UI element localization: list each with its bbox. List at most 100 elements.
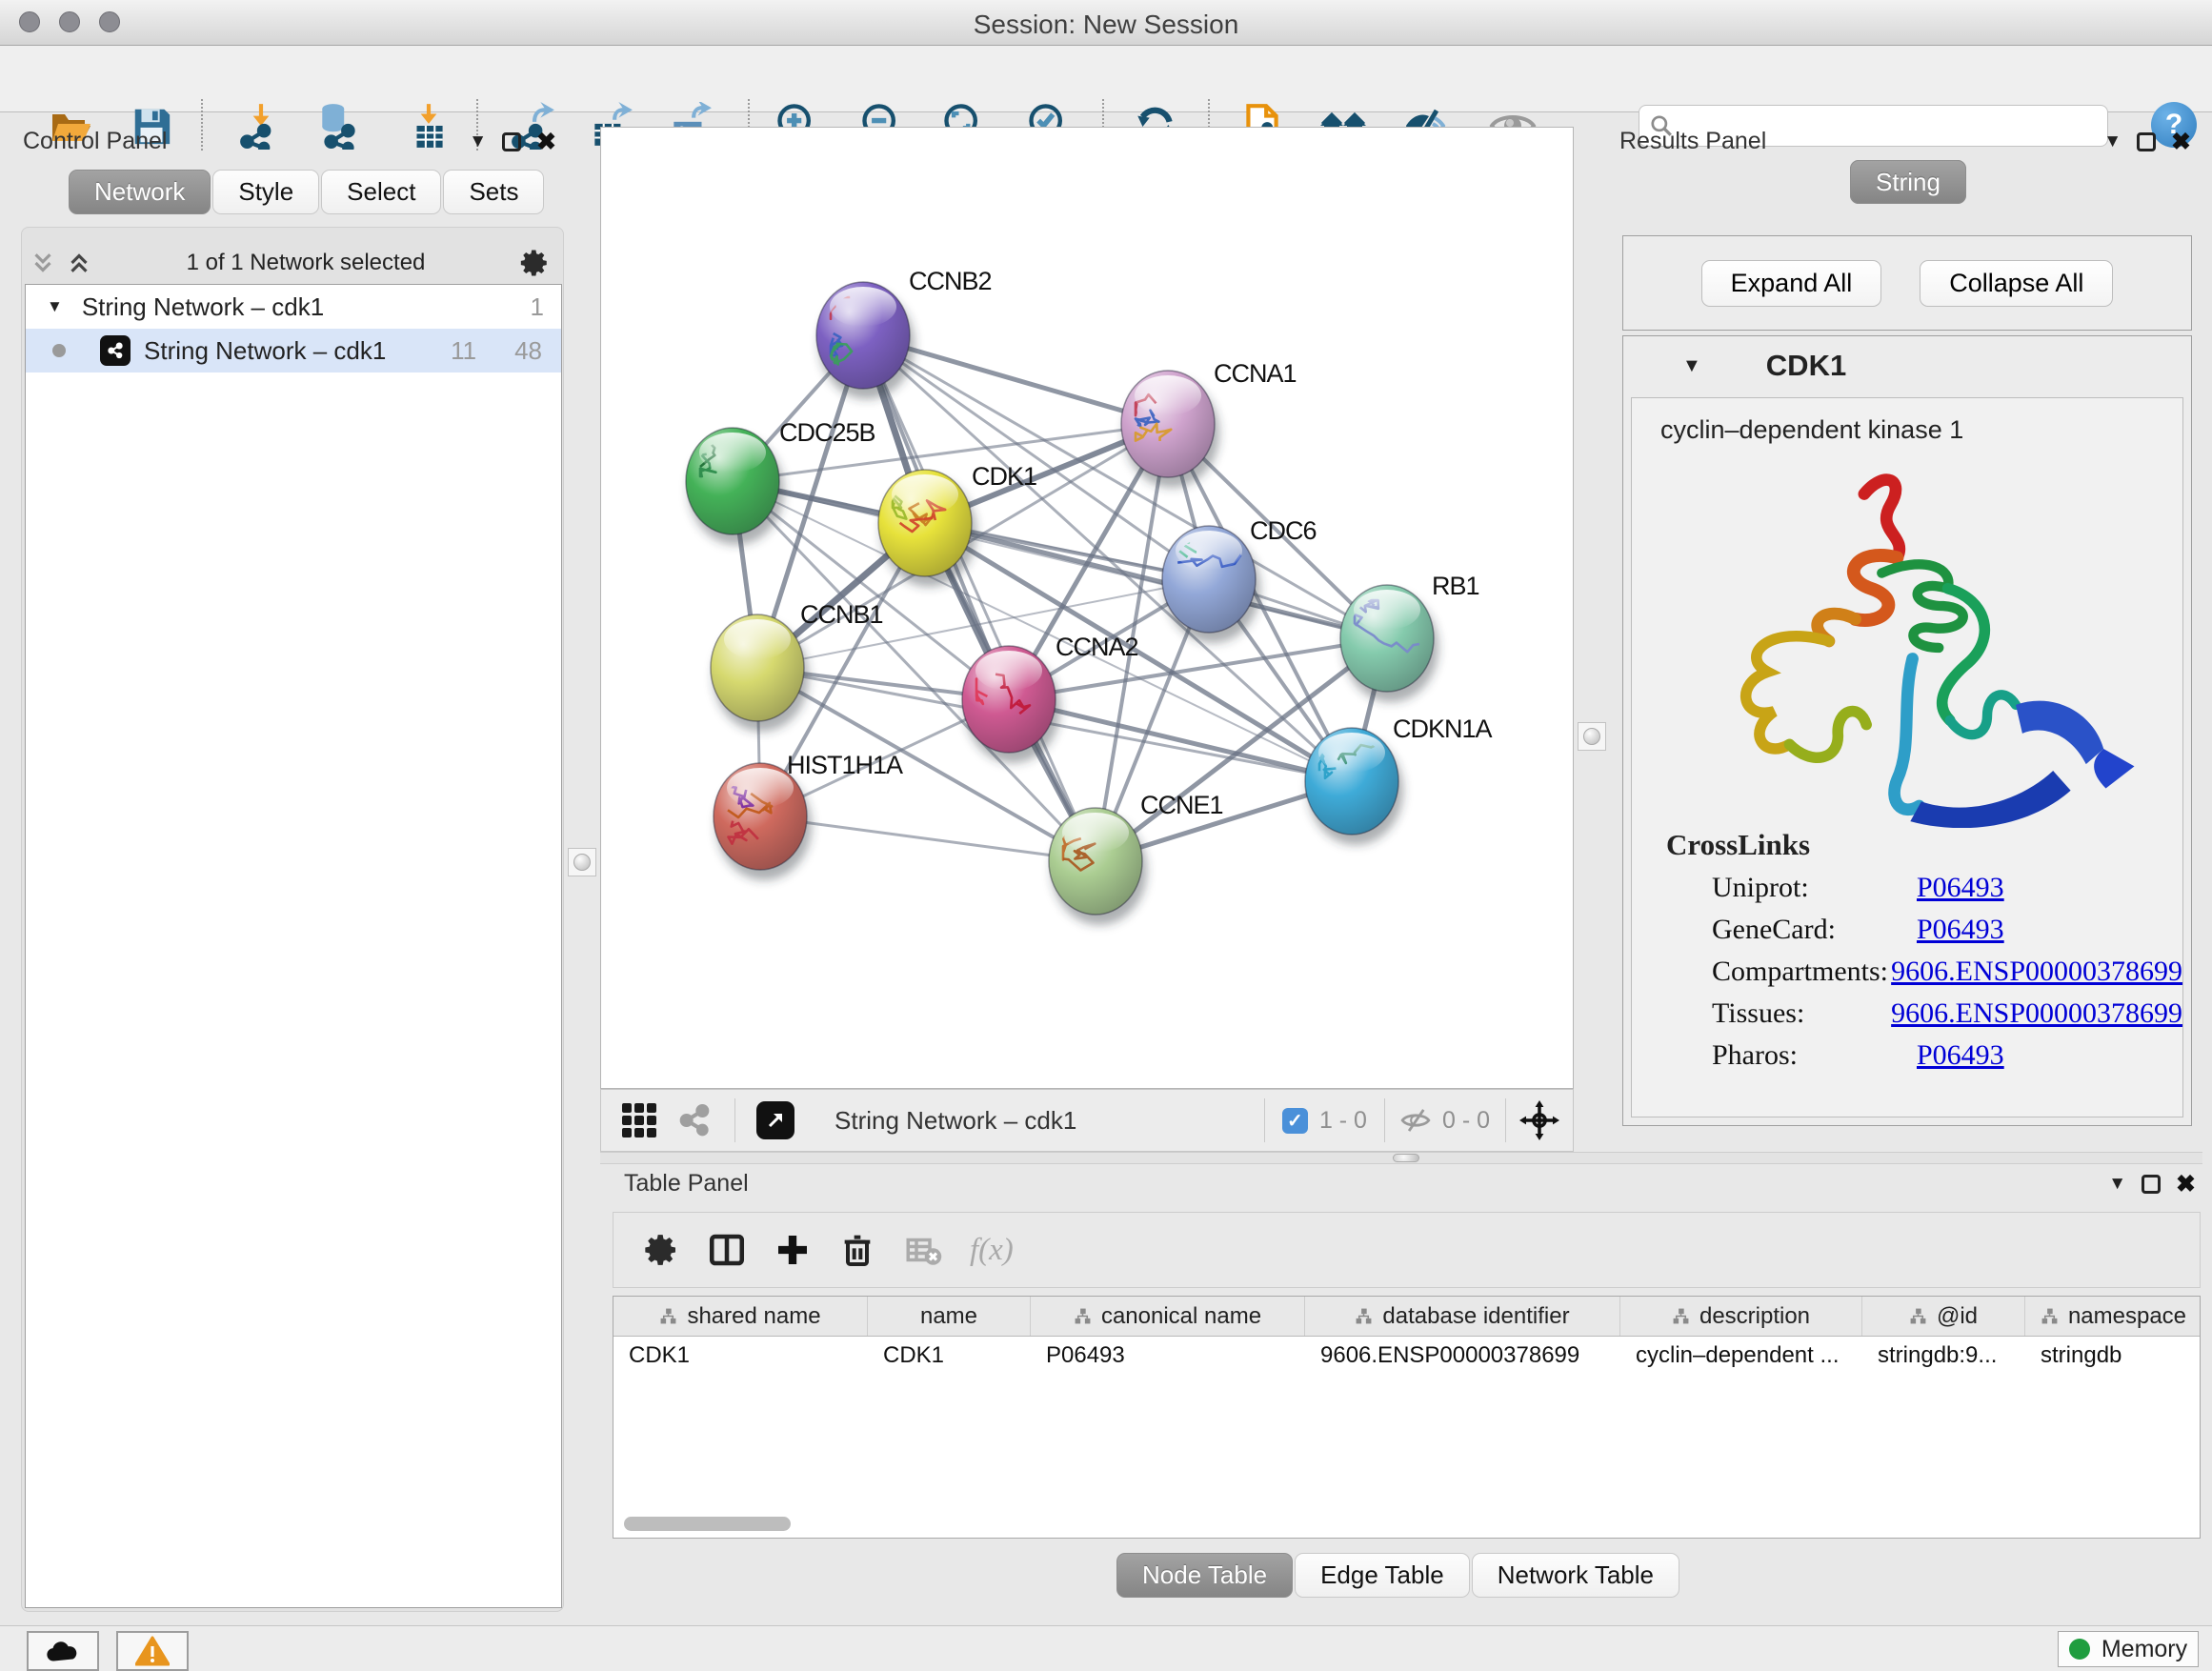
selected-count: 1 - 0 [1319, 1107, 1367, 1135]
network-canvas[interactable]: CCNB2 CCNA1 CDC25BCDK1 CDC6 RB1 CCNB1 CCNA2 CDK… [600, 127, 1574, 1089]
tab-string[interactable]: String [1850, 160, 1966, 204]
network-node-CCNB1[interactable]: CCNB1 [711, 600, 883, 732]
table-header: shared namenamecanonical namedatabase id… [613, 1297, 2200, 1337]
entry-description: cyclin–dependent kinase 1 [1660, 415, 2182, 445]
share-view-icon[interactable] [675, 1101, 714, 1139]
gear-icon[interactable] [518, 247, 551, 279]
expand-all-networks-icon[interactable] [65, 249, 93, 277]
panel-float-icon[interactable] [2137, 132, 2156, 151]
collapse-all-networks-icon[interactable] [29, 249, 57, 277]
crosslink-value-link[interactable]: P06493 [1917, 914, 2004, 946]
crosslink-value-link[interactable]: P06493 [1917, 872, 2004, 904]
node-label-CDKN1A: CDKN1A [1393, 715, 1493, 743]
column-type-icon [1355, 1307, 1373, 1325]
network-type-icon [100, 335, 131, 366]
node-label-CCNE1: CCNE1 [1140, 791, 1223, 819]
crosslink-label: GeneCard: [1712, 914, 1917, 946]
protein-structure-image [1641, 454, 2175, 828]
function-builder-icon: f(x) [970, 1233, 1014, 1268]
table-body: CDK1CDK1P064939606.ENSP00000378699cyclin… [613, 1337, 2200, 1377]
tab-edge-table[interactable]: Edge Table [1295, 1553, 1470, 1598]
panel-menu-icon[interactable]: ▼ [2108, 1174, 2126, 1195]
column-header-shared-name[interactable]: shared name [613, 1297, 868, 1336]
crosslink-value-link[interactable]: 9606.ENSP00000378699 [1891, 956, 2182, 988]
network-node-CCNA2[interactable]: CCNA2 [962, 633, 1138, 763]
toolbar-separator [734, 1098, 735, 1142]
pan-crosshair-icon[interactable] [1519, 1100, 1559, 1140]
panel-menu-icon[interactable]: ▼ [2103, 131, 2122, 152]
entry-header[interactable]: ▼ CDK1 [1623, 336, 2191, 395]
splitter-handle[interactable] [1578, 722, 1606, 751]
network-node-CDC6[interactable]: CDC6 [1162, 516, 1317, 643]
column-header-canonical-name[interactable]: canonical name [1031, 1297, 1305, 1336]
grid-view-icon[interactable] [622, 1103, 656, 1137]
hidden-eye-icon[interactable] [1398, 1103, 1433, 1137]
results-buttons-box: Expand All Collapse All [1622, 235, 2192, 331]
tab-style[interactable]: Style [212, 170, 319, 214]
crosslink-label: Compartments: [1712, 956, 1891, 988]
delete-table-icon [903, 1230, 943, 1270]
column-header-name[interactable]: name [868, 1297, 1031, 1336]
tab-node-table[interactable]: Node Table [1116, 1553, 1293, 1598]
cloud-button[interactable] [27, 1631, 99, 1671]
panel-close-icon[interactable]: ✖ [2171, 132, 2191, 151]
network-node-RB1[interactable]: RB1 [1340, 572, 1479, 702]
panel-float-icon[interactable] [502, 132, 521, 151]
crosslinks-title: CrossLinks [1666, 828, 2182, 862]
crosslink-value-link[interactable]: 9606.ENSP00000378699 [1891, 997, 2182, 1030]
column-header-database-identifier[interactable]: database identifier [1305, 1297, 1620, 1336]
crosslink-value-link[interactable]: P06493 [1917, 1039, 2004, 1072]
network-selection-summary: 1 of 1 Network selected [93, 250, 518, 276]
entry-collapse-icon[interactable]: ▼ [1682, 355, 1701, 377]
vertical-splitter[interactable] [566, 112, 604, 1625]
tab-network[interactable]: Network [69, 170, 211, 214]
network-view-title: String Network – cdk1 [835, 1106, 1076, 1136]
node-table[interactable]: shared namenamecanonical namedatabase id… [613, 1296, 2201, 1539]
network-node-CCNE1[interactable]: CCNE1 [1049, 791, 1223, 925]
column-header--id[interactable]: @id [1862, 1297, 2025, 1336]
panel-close-icon[interactable]: ✖ [536, 132, 556, 151]
table-horizontal-scrollbar[interactable] [624, 1517, 791, 1531]
column-header-description[interactable]: description [1620, 1297, 1862, 1336]
table-gear-icon[interactable] [642, 1231, 680, 1269]
network-collection-row[interactable]: ▼ String Network – cdk1 1 [26, 285, 561, 329]
collapse-all-button[interactable]: Collapse All [1920, 260, 2113, 307]
expand-all-button[interactable]: Expand All [1701, 260, 1882, 307]
window-title: Session: New Session [0, 10, 2212, 40]
panel-close-icon[interactable]: ✖ [2176, 1175, 2196, 1194]
column-header-namespace[interactable]: namespace [2025, 1297, 2201, 1336]
warning-button[interactable] [116, 1631, 189, 1671]
network-edge-CCNB2-CCNE1[interactable] [863, 335, 1096, 861]
crosslink-label: Pharos: [1712, 1039, 1917, 1072]
crosslink-row: Compartments:9606.ENSP00000378699 [1712, 956, 2182, 988]
network-collection-label: String Network – cdk1 [82, 292, 531, 322]
tab-select[interactable]: Select [321, 170, 441, 214]
network-node-HIST1H1A[interactable]: HIST1H1A [714, 751, 903, 880]
network-node-CCNB2[interactable]: CCNB2 [816, 267, 992, 399]
network-node-CCNA1[interactable]: CCNA1 [1121, 359, 1297, 488]
network-node-CDC25B[interactable]: CDC25B [686, 418, 875, 545]
panel-float-icon[interactable] [2142, 1175, 2161, 1194]
crosslinks-list: Uniprot:P06493GeneCard:P06493Compartment… [1666, 872, 2182, 1072]
tab-network-table[interactable]: Network Table [1472, 1553, 1679, 1598]
delete-column-icon[interactable] [838, 1231, 876, 1269]
network-tree: ▼ String Network – cdk1 1 String Network… [25, 284, 562, 1608]
tab-sets[interactable]: Sets [443, 170, 544, 214]
splitter-handle[interactable] [1393, 1154, 1419, 1162]
node-label-RB1: RB1 [1432, 572, 1479, 600]
tree-expand-icon[interactable]: ▼ [47, 297, 63, 316]
network-node-CDKN1A[interactable]: CDKN1A [1305, 715, 1493, 845]
node-label-CCNB2: CCNB2 [909, 267, 992, 295]
add-column-icon[interactable] [774, 1231, 812, 1269]
show-columns-icon[interactable] [707, 1230, 747, 1270]
network-row[interactable]: String Network – cdk1 11 48 [26, 329, 561, 372]
network-selector-bar: 1 of 1 Network selected [29, 243, 556, 283]
node-label-CCNA1: CCNA1 [1214, 359, 1297, 388]
selected-checkbox[interactable]: ✓ [1282, 1108, 1308, 1134]
panel-menu-icon[interactable]: ▼ [469, 131, 487, 152]
detach-view-icon[interactable] [756, 1101, 794, 1139]
splitter-handle[interactable] [568, 848, 596, 876]
memory-button[interactable]: Memory [2058, 1631, 2199, 1667]
network-node-CDK1[interactable]: CDK1 [878, 462, 1036, 587]
table-row[interactable]: CDK1CDK1P064939606.ENSP00000378699cyclin… [613, 1337, 2200, 1377]
